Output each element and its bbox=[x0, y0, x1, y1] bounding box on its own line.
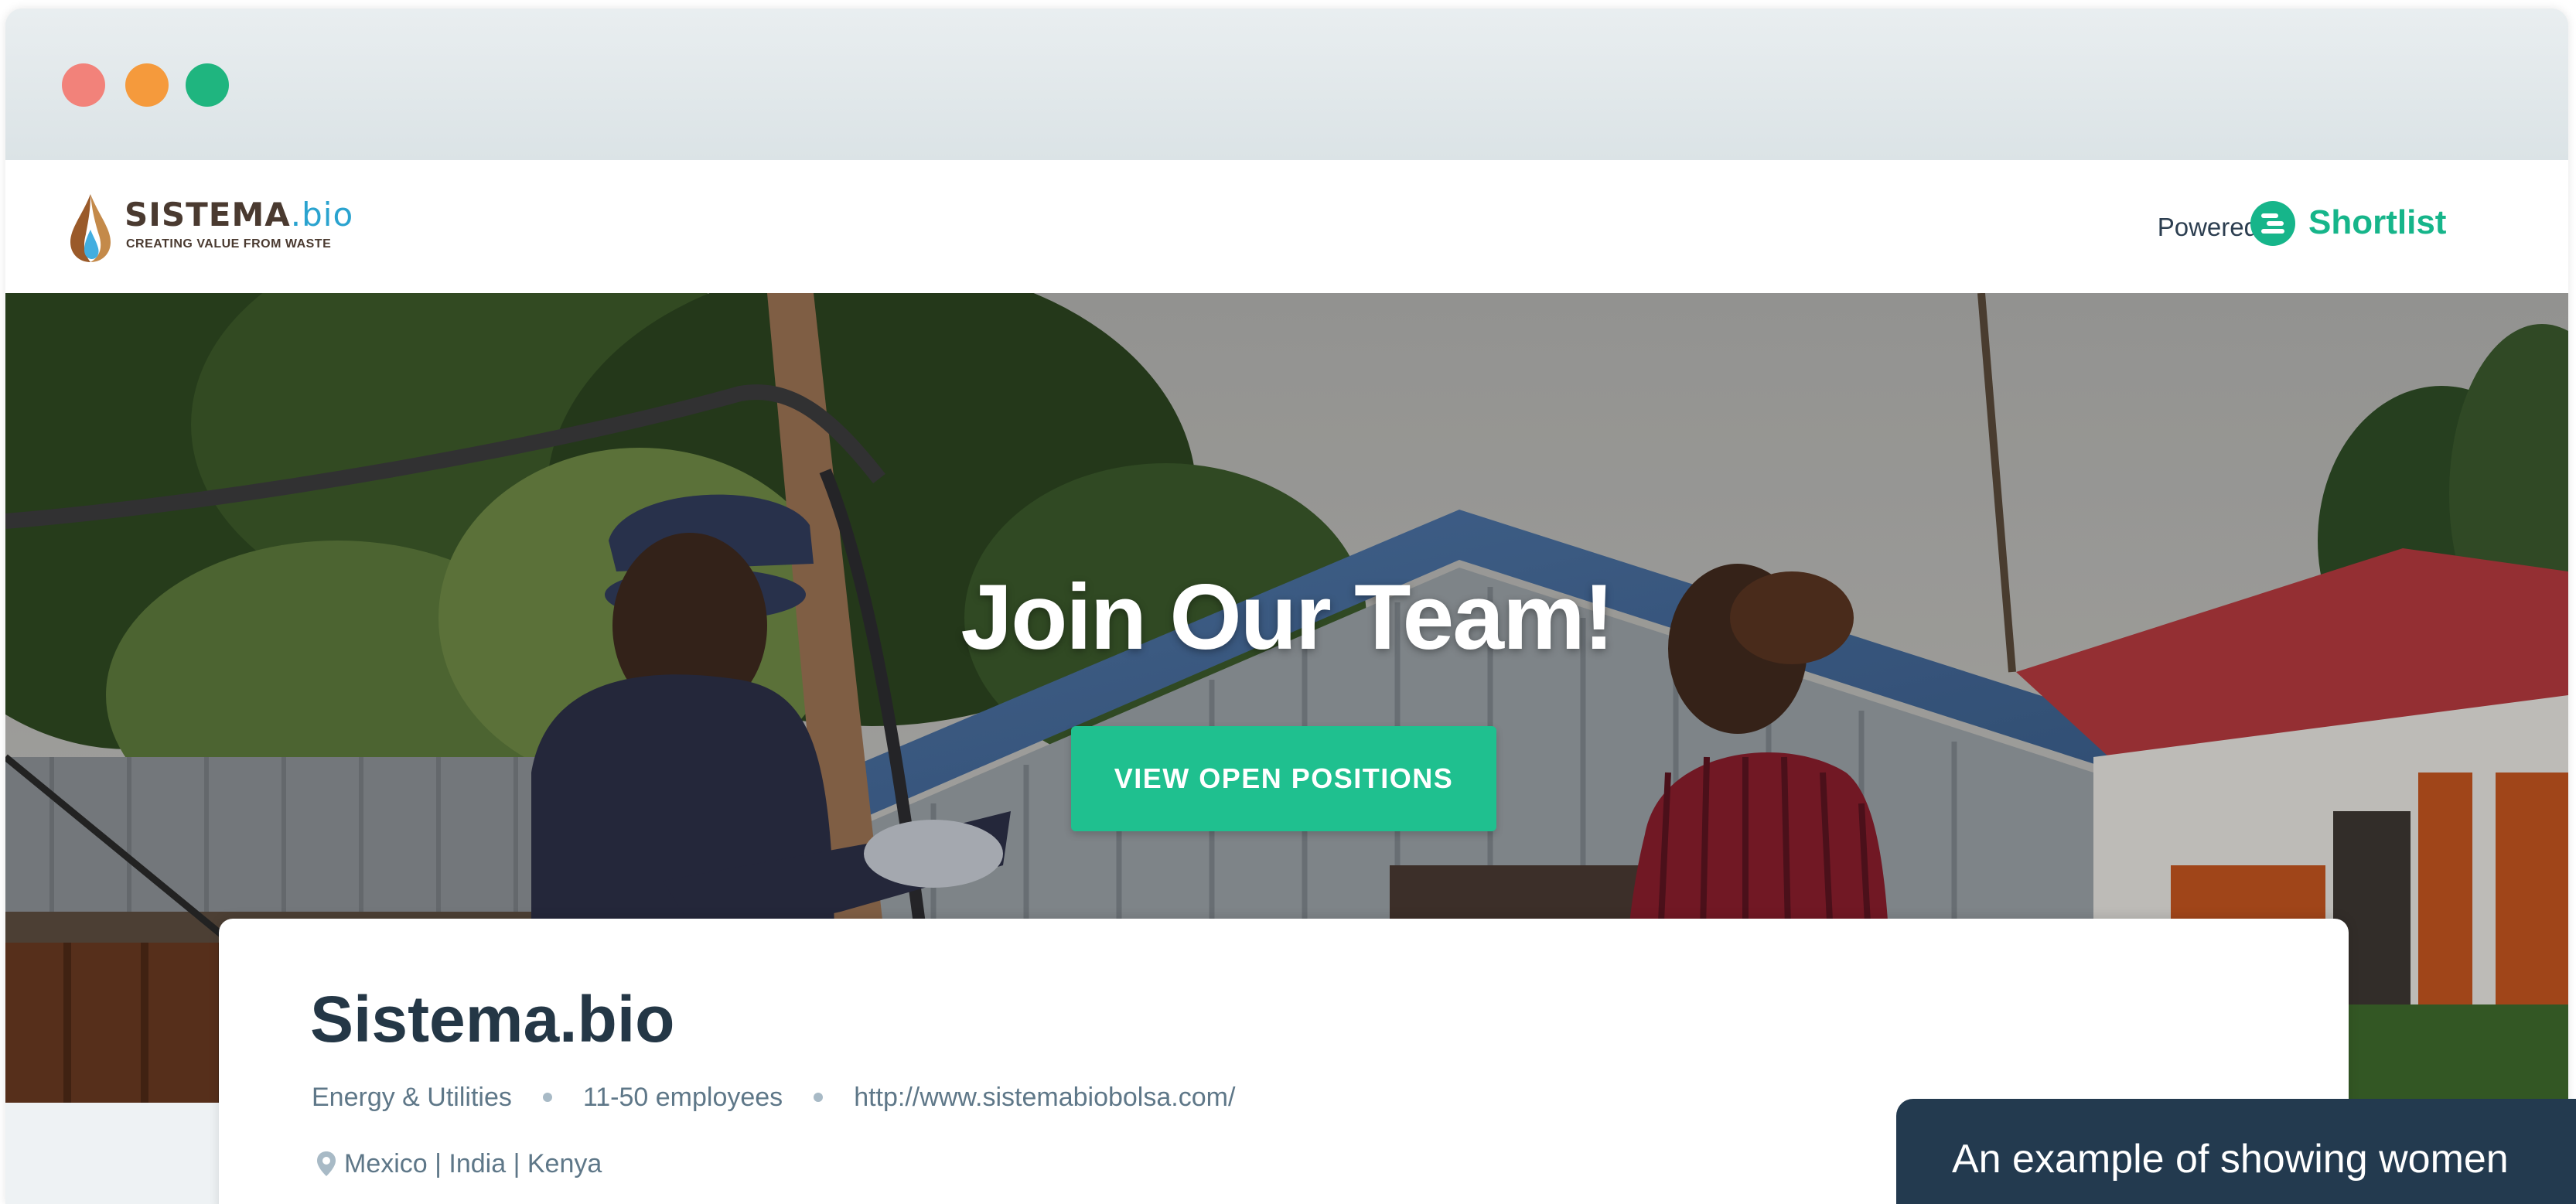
company-size: 11-50 employees bbox=[582, 1082, 783, 1112]
company-meta: Energy & Utilities 11-50 employees http:… bbox=[312, 1078, 1235, 1117]
maximize-window-button[interactable] bbox=[186, 63, 229, 107]
caption-overlay: An example of showing women bbox=[1896, 1099, 2576, 1204]
shortlist-logo-icon bbox=[2250, 201, 2295, 246]
water-drop-icon bbox=[70, 194, 111, 262]
hero-title: Join Our Team! bbox=[960, 565, 1614, 669]
company-website-link[interactable]: http://www.sistemabiobolsa.com/ bbox=[854, 1083, 1235, 1113]
window-titlebar bbox=[5, 9, 2568, 160]
browser-window: SISTEMA.bio CREATING VALUE FROM WASTE Po… bbox=[5, 9, 2568, 1204]
company-logo[interactable]: SISTEMA.bio CREATING VALUE FROM WASTE bbox=[67, 191, 361, 268]
close-window-button[interactable] bbox=[62, 63, 105, 107]
view-open-positions-button[interactable]: VIEW OPEN POSITIONS bbox=[1071, 726, 1496, 831]
caption-text: An example of showing women bbox=[1952, 1137, 2509, 1182]
company-locations-text: Mexico | India | Kenya bbox=[344, 1148, 602, 1178]
shortlist-name: Shortlist bbox=[2308, 203, 2447, 241]
meta-separator bbox=[542, 1093, 552, 1102]
shortlist-logo[interactable]: Shortlist bbox=[2250, 199, 2499, 248]
minimize-window-button[interactable] bbox=[125, 63, 169, 107]
logo-name-main: SISTEMA bbox=[125, 196, 291, 234]
logo-wordmark: SISTEMA.bio bbox=[125, 196, 353, 234]
company-name: Sistema.bio bbox=[310, 983, 675, 1056]
logo-tagline: CREATING VALUE FROM WASTE bbox=[126, 237, 332, 251]
logo-name-suffix: .bio bbox=[290, 196, 354, 234]
company-locations: Mexico | India | Kenya bbox=[316, 1144, 602, 1183]
company-industry: Energy & Utilities bbox=[312, 1082, 512, 1112]
map-pin-icon bbox=[317, 1151, 336, 1176]
meta-separator bbox=[814, 1093, 824, 1102]
site-header: SISTEMA.bio CREATING VALUE FROM WASTE Po… bbox=[5, 160, 2568, 293]
